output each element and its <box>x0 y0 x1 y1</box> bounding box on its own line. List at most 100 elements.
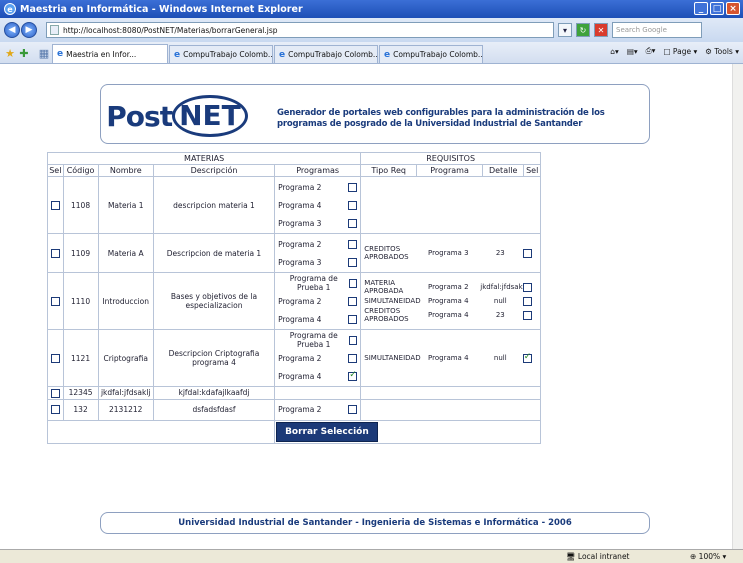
programa-checkbox[interactable] <box>348 314 358 324</box>
requisito-checkbox[interactable] <box>522 310 532 320</box>
home-icon[interactable]: ⌂▾ <box>610 47 619 56</box>
quick-tabs-icon[interactable]: ▦ <box>38 47 50 60</box>
command-bar: ⌂▾ ▤▾ ⎙▾ □ Page ▾ ⚙ Tools ▾ <box>610 46 739 56</box>
descripcion-text: kjfdal:kdafajlkaafdj <box>178 388 250 398</box>
req-programa-text: Programa 2 <box>428 283 469 291</box>
tools-menu[interactable]: ⚙ Tools ▾ <box>705 47 739 56</box>
tab-1[interactable]: e Maestria en Infor... <box>52 44 168 63</box>
programa-label: Programa 2 <box>278 296 322 306</box>
programas-cell: Programa 2 Programa 4 Programa 3 <box>274 176 362 234</box>
descripcion-text: dsfadsfdasf <box>192 405 236 414</box>
programa-label: Programa 4 <box>278 200 322 210</box>
codigo-text: 1109 <box>71 248 91 258</box>
tipo-req-text: MATERIA APROBADA <box>364 279 404 295</box>
vertical-scrollbar[interactable] <box>732 64 743 549</box>
page-menu[interactable]: □ Page ▾ <box>663 47 697 56</box>
requisito-checkbox[interactable] <box>522 282 532 292</box>
req-programa-text: Programa 3 <box>428 249 469 257</box>
page-content: Post NET Generador de portales web config… <box>0 64 732 549</box>
programa-checkbox[interactable] <box>348 200 358 210</box>
codigo-cell: 1121 <box>62 329 99 387</box>
codigo-cell: 1110 <box>62 272 99 330</box>
button-cell: Borrar Selección <box>274 419 541 444</box>
programa-checkbox[interactable] <box>349 335 358 345</box>
programa-item: Programa 4 <box>276 367 359 385</box>
print-icon[interactable]: ⎙▾ <box>646 46 656 56</box>
programa-checkbox[interactable] <box>348 405 358 414</box>
search-input[interactable]: Search Google <box>612 22 702 38</box>
row-select-checkbox[interactable] <box>50 353 60 363</box>
descripcion-text: Bases y objetivos de la especializacion <box>170 292 258 310</box>
requisitos-cell <box>360 398 541 421</box>
close-button[interactable]: × <box>726 2 740 15</box>
feeds-icon[interactable]: ▤▾ <box>627 47 638 56</box>
address-bar: ◀ ▶ http://localhost:8080/PostNET/Materi… <box>0 18 743 42</box>
nombre-cell: Criptografia <box>97 329 154 387</box>
programas-cell: Programa de Prueba 1 Programa 2 Programa 4 <box>274 329 362 387</box>
tools-menu-label: Tools <box>714 46 733 56</box>
url-input[interactable]: http://localhost:8080/PostNET/Materias/b… <box>46 22 554 38</box>
zone-label: Local intranet <box>577 552 630 561</box>
table-row: 1108 Materia 1 descripcion materia 1 Progra… <box>47 176 541 234</box>
programa-label: Programa 2 <box>278 182 322 192</box>
programa-checkbox[interactable] <box>348 257 358 267</box>
row-select-checkbox[interactable] <box>50 388 60 398</box>
tab-2[interactable]: e CompuTrabajo Colomb... <box>169 45 273 63</box>
sel-cell <box>47 398 64 421</box>
nombre-text: Materia A <box>107 248 144 258</box>
col-detalle: Detalle <box>482 164 525 177</box>
programa-checkbox[interactable] <box>348 239 358 249</box>
programa-item: Programa 2 <box>276 292 359 310</box>
programa-checkbox[interactable] <box>348 370 358 381</box>
row-select-checkbox[interactable] <box>50 296 60 306</box>
row-select-checkbox[interactable] <box>50 405 60 415</box>
tipo-req-text: SIMULTANEIDAD <box>364 354 421 362</box>
tipo-req-text: CREDITOS APROBADOS <box>364 307 409 323</box>
programas-cell: Programa 2 Programa 3 <box>274 233 362 273</box>
programa-checkbox[interactable] <box>349 278 358 288</box>
refresh-button[interactable]: ↻ <box>576 23 590 37</box>
maximize-button[interactable]: □ <box>710 2 724 15</box>
descripcion-text: Descripcion Criptografia programa 4 <box>168 349 260 367</box>
requisito-checkbox[interactable] <box>522 248 532 258</box>
programa-checkbox[interactable] <box>348 296 358 306</box>
add-favorites-icon[interactable]: ✚ <box>18 47 30 60</box>
sel-cell <box>47 176 64 234</box>
nombre-cell: Materia A <box>97 233 154 273</box>
nombre-text: jkdfal:jfdsaklj <box>100 388 151 398</box>
borrar-seleccion-button[interactable]: Borrar Selección <box>276 421 378 442</box>
stop-button[interactable]: ✕ <box>594 23 608 37</box>
col-sel2: Sel <box>523 164 541 177</box>
requisito-checkbox[interactable] <box>522 296 532 306</box>
req-programa-text: Programa 4 <box>428 311 469 319</box>
tab-3[interactable]: e CompuTrabajo Colomb... <box>274 45 378 63</box>
descripcion-cell: kjfdal:kdafajlkaafdj <box>152 386 276 400</box>
requisito-checkbox[interactable] <box>522 352 532 363</box>
codigo-text: 1121 <box>71 353 91 363</box>
tab-4[interactable]: e CompuTrabajo Colomb... <box>379 45 483 63</box>
url-dropdown-button[interactable]: ▾ <box>558 23 572 37</box>
req-detalle-text: null <box>493 354 507 362</box>
forward-button[interactable]: ▶ <box>21 22 37 38</box>
programa-item: Programa 2 <box>276 235 359 253</box>
row-select-checkbox[interactable] <box>50 200 60 210</box>
req-detalle-text: jkdfal:jfdsaklj <box>480 283 527 291</box>
minimize-button[interactable]: _ <box>694 2 708 15</box>
sel-cell <box>47 272 64 330</box>
ie-icon: e <box>4 3 16 15</box>
postnet-logo: Post NET <box>106 91 248 141</box>
codigo-text: 1110 <box>71 296 91 306</box>
tipo-req-text: SIMULTANEIDAD <box>364 297 421 305</box>
programa-checkbox[interactable] <box>348 182 358 192</box>
programa-label: Programa 2 <box>278 239 322 249</box>
zoom-control[interactable]: ⊕ 100% ▾ <box>690 552 726 561</box>
descripcion-cell: Descripcion de materia 1 <box>152 233 276 273</box>
row-select-checkbox[interactable] <box>50 248 60 258</box>
back-button[interactable]: ◀ <box>4 22 20 38</box>
programa-checkbox[interactable] <box>348 218 358 228</box>
favorites-star-icon[interactable]: ★ <box>4 47 16 60</box>
programa-item: Programa 2 <box>276 401 359 419</box>
logo-net-text: NET <box>172 95 248 137</box>
programa-checkbox[interactable] <box>348 353 358 363</box>
status-bar: 🖥 Local intranet ⊕ 100% ▾ <box>0 549 743 563</box>
